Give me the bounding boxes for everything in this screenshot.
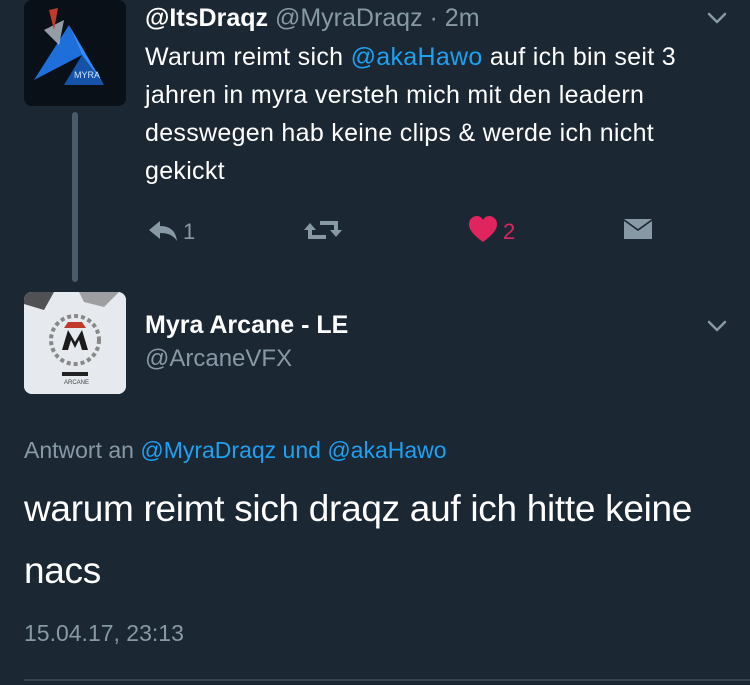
- reply-icon[interactable]: [146, 213, 180, 247]
- like-heart-icon[interactable]: [468, 213, 498, 247]
- like-count: 2: [503, 219, 516, 244]
- avatar-image: MYRA: [24, 0, 126, 106]
- reply-conjunction: und: [276, 437, 328, 463]
- tweet1-display-name[interactable]: @ItsDraqz: [145, 4, 268, 32]
- tweet1-mention-link[interactable]: @akaHawo: [351, 43, 483, 71]
- direct-message-icon[interactable]: [622, 213, 654, 247]
- tweet1-chevron-down-icon[interactable]: [707, 12, 727, 24]
- avatar-image: ARCANE: [24, 292, 126, 394]
- thread-connector-line: [72, 112, 78, 282]
- retweet-icon[interactable]: [302, 213, 344, 247]
- reply-context: Antwort an @MyraDraqz und @akaHawo: [24, 437, 447, 464]
- divider: [24, 679, 750, 681]
- tweet1-text: Warum reimt sich @akaHawo auf ich bin se…: [145, 38, 725, 190]
- reply-prefix: Antwort an: [24, 437, 141, 463]
- tweet2-display-name[interactable]: Myra Arcane - LE: [145, 311, 348, 340]
- avatar-arcanevfx[interactable]: ARCANE: [24, 292, 126, 394]
- tweet2-chevron-down-icon[interactable]: [707, 320, 727, 332]
- svg-text:MYRA: MYRA: [74, 70, 100, 80]
- tweet1-header: @ItsDraqz @MyraDraqz · 2m: [145, 4, 480, 33]
- reply-mention-myradraqz[interactable]: @MyraDraqz: [140, 437, 276, 463]
- tweet1-handle-time: @MyraDraqz · 2m: [274, 4, 480, 32]
- svg-text:ARCANE: ARCANE: [64, 380, 89, 386]
- reply-count: 1: [183, 219, 196, 244]
- tweet2-handle[interactable]: @ArcaneVFX: [145, 345, 292, 373]
- tweet2-text: warum reimt sich draqz auf ich hitte kei…: [24, 488, 693, 591]
- tweet2-timestamp[interactable]: 15.04.17, 23:13: [24, 620, 184, 647]
- avatar-itsdraqz[interactable]: MYRA: [24, 0, 126, 106]
- tweet1-text-part: Warum reimt sich: [145, 43, 351, 71]
- reply-mention-akahawo[interactable]: @akaHawo: [327, 437, 446, 463]
